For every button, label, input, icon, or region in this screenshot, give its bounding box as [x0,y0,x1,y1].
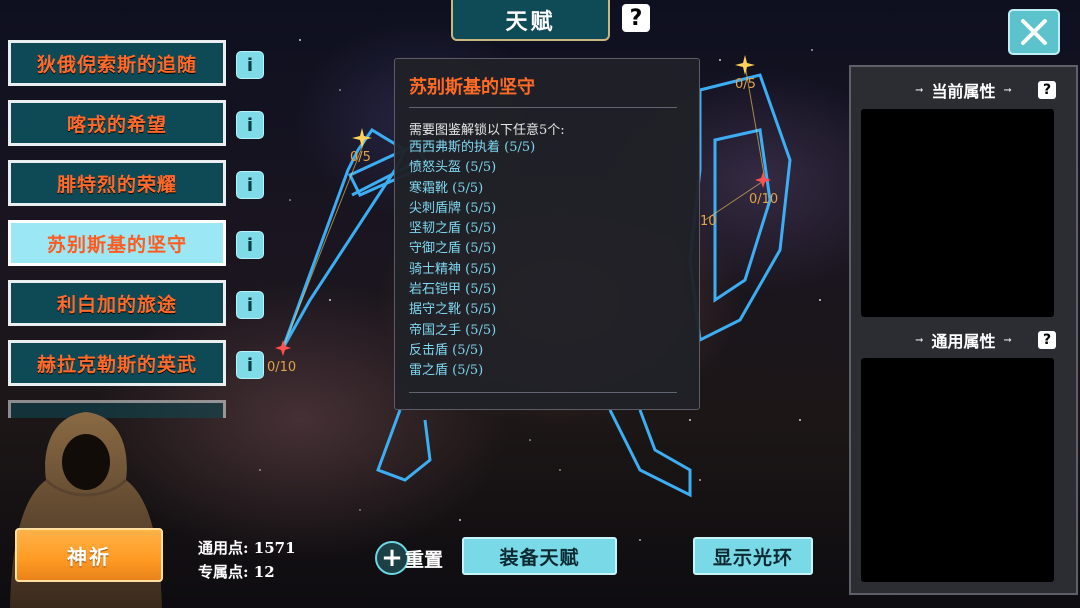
info-icon[interactable]: i [236,51,264,79]
node-progress: 0/10 [749,192,779,207]
equip-talent-button[interactable]: 装备天赋 [462,537,617,575]
current-attr-box [861,109,1054,317]
talent-button[interactable]: 狄俄倪索斯的追随 [8,40,226,86]
common-attr-box [861,358,1054,582]
reset-label: 重置 [405,548,444,571]
constellation-node[interactable]: 0/10 [749,172,778,207]
help-icon[interactable]: ? [622,4,650,32]
list-item: 坚韧之盾 (5/5) [409,221,497,237]
talent-row: 狄俄倪索斯的追随 i [8,38,266,98]
list-item: 岩石铠甲 (5/5) [409,282,497,298]
talent-button[interactable]: 利白加的旅途 [8,280,226,326]
constellation-node[interactable]: 10 [700,214,717,229]
exclusive-points: 专属点: 12 [198,563,275,581]
divider [409,107,677,108]
star-icon [352,128,372,148]
talent-tooltip: 苏别斯基的坚守 需要图鉴解锁以下任意5个: 西西弗斯的执着 (5/5) 愤怒头盔… [394,58,700,410]
points-info: 通用点: 1571 专属点: 12 [198,536,296,584]
node-progress: 0/10 [267,360,297,375]
talent-label: 腓特烈的荣耀 [56,173,177,196]
current-attr-header: ➞ 当前属性 ➞ ? [851,78,1076,102]
constellation-node[interactable]: 0/5 [735,55,756,92]
talent-row: 喀戎的希望 i [8,98,266,158]
talent-label: 赫拉克勒斯的英武 [36,353,197,376]
talent-button[interactable]: 喀戎的希望 [8,100,226,146]
list-item: 骑士精神 (5/5) [409,261,497,277]
tooltip-requirement: 需要图鉴解锁以下任意5个: [409,123,565,138]
star-icon [275,340,291,356]
talent-list: 狄俄倪索斯的追随 i 喀戎的希望 i 腓特烈的荣耀 i 苏别斯基的坚守 i 利白… [8,38,266,418]
talent-row: 苏别斯基的坚守 i [8,218,266,278]
talent-label: 狄俄倪索斯的追随 [36,53,197,76]
node-progress: 0/5 [350,150,371,165]
talent-label: 利白加的旅途 [56,293,177,316]
arrow-icon: ➞ [915,84,924,96]
page-title: 天赋 [451,0,610,41]
list-item: 雷之盾 (5/5) [409,363,484,379]
common-attr-label: 通用属性 [931,332,996,351]
talent-label: 苏别斯基的坚守 [46,233,187,256]
list-item: 帝国之手 (5/5) [409,322,497,338]
current-attr-label: 当前属性 [931,82,996,101]
list-item: 寒霜靴 (5/5) [409,180,484,196]
info-icon[interactable]: i [236,171,264,199]
close-button[interactable] [1008,9,1060,55]
constellation-node[interactable]: 0/10 [267,338,296,375]
talent-row: 赫拉克勒斯的英武 i [8,338,266,398]
list-item: 愤怒头盔 (5/5) [409,160,497,176]
talent-button[interactable]: 赫拉克勒斯的英武 [8,340,226,386]
node-progress: 0/5 [735,77,756,92]
list-item: 反击盾 (5/5) [409,342,484,358]
reset-button[interactable]: + 重置 [375,539,443,577]
star-icon [735,55,755,75]
talent-row: 利白加的旅途 i [8,278,266,338]
common-attr-header: ➞ 通用属性 ➞ ? [851,328,1076,352]
show-aura-button[interactable]: 显示光环 [693,537,813,575]
talent-button-selected[interactable]: 苏别斯基的坚守 [8,220,226,266]
info-icon[interactable]: i [236,351,264,379]
arrow-icon: ➞ [1003,84,1012,96]
talent-label: 喀戎的希望 [66,113,167,136]
node-progress: 10 [700,214,717,229]
divider [409,392,677,393]
constellation-node[interactable]: 0/5 [350,128,372,165]
list-item: 据守之靴 (5/5) [409,302,497,318]
pray-button[interactable]: 神祈 [15,528,163,582]
info-icon[interactable]: i [236,291,264,319]
requirement-list: 西西弗斯的执着 (5/5) 愤怒头盔 (5/5) 寒霜靴 (5/5) 尖刺盾牌 … [409,138,535,382]
close-icon [1021,19,1047,45]
help-icon[interactable]: ? [1038,81,1056,99]
arrow-icon: ➞ [915,334,924,346]
star-icon [755,172,771,188]
arrow-icon: ➞ [1003,334,1012,346]
info-icon[interactable]: i [236,231,264,259]
list-item: 西西弗斯的执着 (5/5) [409,140,536,155]
info-icon[interactable]: i [236,111,264,139]
plus-icon: + [375,541,409,575]
list-item: 尖刺盾牌 (5/5) [409,200,497,216]
list-item: 守御之盾 (5/5) [409,241,497,257]
common-points: 通用点: 1571 [198,539,296,557]
tooltip-title: 苏别斯基的坚守 [409,77,535,98]
help-icon[interactable]: ? [1038,331,1056,349]
talent-row: 腓特烈的荣耀 i [8,158,266,218]
talent-button[interactable]: 腓特烈的荣耀 [8,160,226,206]
attribute-panel: ➞ 当前属性 ➞ ? ➞ 通用属性 ➞ ? [849,65,1078,595]
